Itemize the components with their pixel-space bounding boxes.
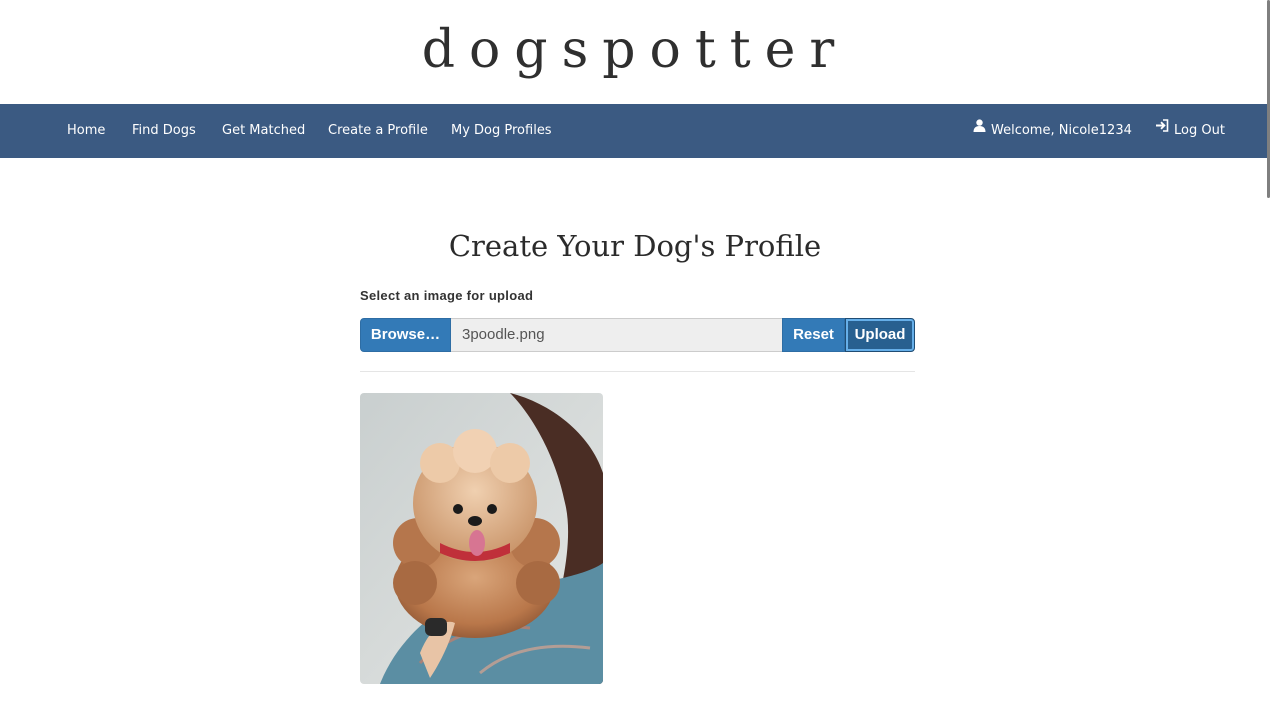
upload-button[interactable]: Upload [845,318,915,352]
nav-create-profile[interactable]: Create a Profile [328,104,428,158]
browse-button[interactable]: Browse… [360,318,451,352]
brand-logo[interactable]: dogspotter [0,18,1270,82]
nav-find-dogs[interactable]: Find Dogs [132,104,196,158]
section-divider [360,371,915,372]
log-in-icon [1155,102,1169,156]
page-title: Create Your Dog's Profile [448,229,822,263]
upload-label: Select an image for upload [360,288,534,303]
file-name-field[interactable]: 3poodle.png [451,318,782,352]
nav-home[interactable]: Home [67,104,105,158]
brand-header: dogspotter [0,0,1270,104]
nav-my-dog-profiles[interactable]: My Dog Profiles [451,104,552,158]
nav-welcome-user[interactable]: Welcome, Nicole1234 [973,104,1132,158]
main-navbar: Home Find Dogs Get Matched Create a Prof… [0,104,1270,158]
file-upload-group: Browse… 3poodle.png Reset Upload [360,318,915,352]
welcome-label: Welcome, Nicole1234 [991,123,1132,138]
reset-button[interactable]: Reset [782,318,845,352]
nav-get-matched[interactable]: Get Matched [222,104,305,158]
logout-link[interactable]: Log Out [1155,104,1225,158]
user-icon [973,102,986,156]
dog-image-preview [360,393,603,684]
logout-label: Log Out [1174,123,1225,138]
